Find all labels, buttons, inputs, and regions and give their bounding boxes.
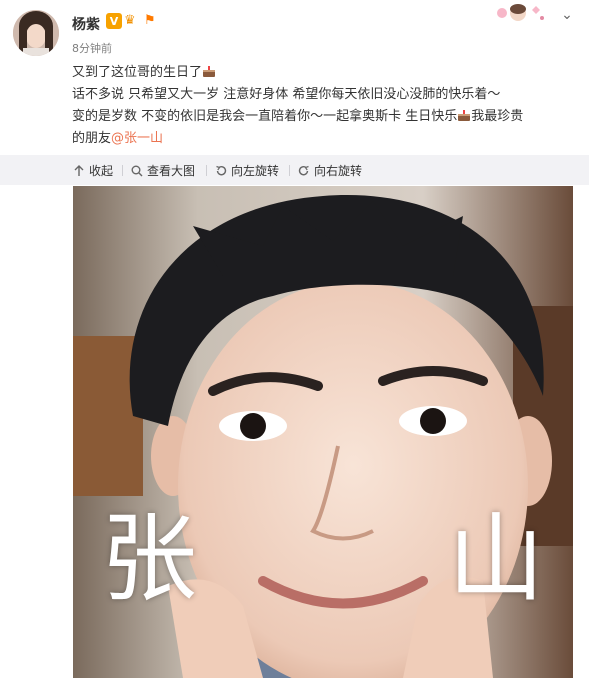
verified-v-icon[interactable]: V — [106, 13, 122, 29]
rotate-left-button[interactable]: 向左旋转 — [215, 162, 279, 179]
post-photo[interactable]: 张 山 — [73, 186, 573, 678]
post-line: 变的是岁数 不变的依旧是我会一直陪着你～一起拿奥斯卡 生日快乐 我最珍贵 — [72, 109, 524, 124]
chevron-down-icon[interactable]: ⌄ — [559, 8, 575, 24]
toolbar-divider — [206, 165, 207, 176]
username[interactable]: 杨紫 — [72, 14, 100, 34]
view-large-label: 查看大图 — [147, 164, 196, 178]
toolbar-divider — [122, 165, 123, 176]
post-line: 又到了这位哥的生日了 — [72, 62, 577, 84]
avatar[interactable] — [13, 10, 59, 56]
crown-icon[interactable]: ♛ — [124, 13, 142, 29]
image-toolbar: 收起 查看大图 向左旋转 向右旋转 — [0, 155, 589, 185]
user-badges: V ♛ ⚑ — [106, 13, 162, 29]
arrow-up-icon — [74, 164, 84, 176]
rotate-left-icon — [216, 165, 227, 175]
magnify-icon — [131, 165, 143, 176]
photo-overlay-char-right: 山 — [448, 503, 544, 615]
mention-link[interactable]: @张一山 — [111, 131, 163, 146]
decorative-sticker-icon — [494, 2, 546, 24]
collapse-label: 收起 — [89, 164, 114, 178]
collapse-button[interactable]: 收起 — [73, 162, 113, 179]
post-line: 的朋友@张一山 — [72, 131, 164, 146]
post-timestamp[interactable]: 8分钟前 — [72, 40, 112, 56]
toolbar-divider — [289, 165, 290, 176]
rotate-right-icon — [298, 165, 309, 175]
view-large-button[interactable]: 查看大图 — [131, 162, 195, 179]
cake-emoji-icon — [203, 66, 216, 77]
cake-emoji-icon — [458, 110, 471, 121]
rotate-right-label: 向右旋转 — [314, 164, 363, 178]
photo-overlay-char-left: 张 — [101, 503, 197, 615]
flag-icon[interactable]: ⚑ — [144, 13, 162, 29]
rotate-right-button[interactable]: 向右旋转 — [298, 162, 362, 179]
post-text: 又到了这位哥的生日了 话不多说 只希望又大一岁 注意好身体 希望你每天依旧没心没… — [72, 62, 577, 150]
post-line: 话不多说 只希望又大一岁 注意好身体 希望你每天依旧没心没肺的快乐着～ — [72, 87, 501, 102]
rotate-left-label: 向左旋转 — [231, 164, 280, 178]
weibo-post: 杨紫 V ♛ ⚑ 8分钟前 ⌄ 又到了这位哥的生日了 话不多说 只希望又大一岁 … — [0, 0, 589, 678]
